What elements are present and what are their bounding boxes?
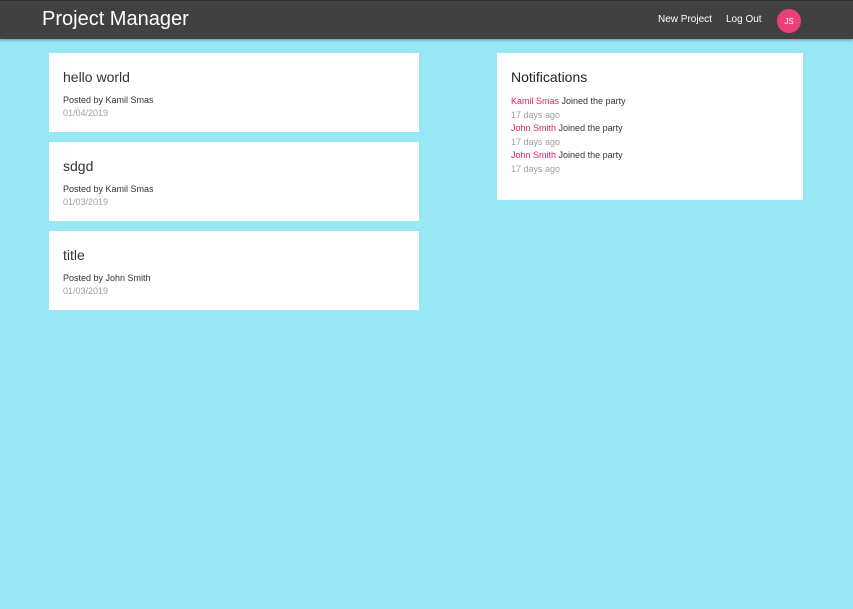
project-date: 01/03/2019 bbox=[63, 197, 109, 207]
project-card[interactable]: hello world Posted by Kamil Smas 01/04/2… bbox=[49, 53, 419, 132]
avatar[interactable]: JS bbox=[777, 9, 801, 33]
notification-user: Kamil Smas bbox=[511, 96, 560, 106]
project-card[interactable]: title Posted by John Smith 01/03/2019 bbox=[49, 231, 419, 310]
notifications-title: Notifications bbox=[511, 69, 588, 85]
notification-time: 17 days ago bbox=[511, 110, 561, 120]
project-card[interactable]: sdgd Posted by Kamil Smas 01/03/2019 bbox=[49, 142, 419, 221]
project-author: Posted by Kamil Smas bbox=[63, 95, 154, 105]
notification-item: Kamil Smas Joined the party bbox=[511, 95, 789, 107]
notification-time: 17 days ago bbox=[511, 164, 561, 174]
project-date: 01/03/2019 bbox=[63, 286, 109, 296]
project-title: sdgd bbox=[63, 158, 94, 174]
notification-item: John Smith Joined the party bbox=[511, 122, 789, 134]
brand-logo-link[interactable]: Project Manager bbox=[42, 8, 189, 31]
notifications-card: Notifications Kamil Smas Joined the part… bbox=[497, 53, 803, 200]
project-title: hello world bbox=[63, 69, 130, 85]
project-date: 01/04/2019 bbox=[63, 108, 109, 118]
project-author: Posted by Kamil Smas bbox=[63, 184, 154, 194]
project-title: title bbox=[63, 247, 85, 263]
notification-action: Joined the party bbox=[558, 150, 623, 160]
project-author: Posted by John Smith bbox=[63, 273, 151, 283]
notification-item: John Smith Joined the party bbox=[511, 149, 789, 161]
notification-user: John Smith bbox=[511, 123, 557, 133]
log-out-link[interactable]: Log Out bbox=[726, 14, 762, 25]
notification-action: Joined the party bbox=[561, 96, 626, 106]
notification-user: John Smith bbox=[511, 150, 557, 160]
navbar: Project Manager New Project Log Out JS bbox=[0, 0, 853, 39]
notification-action: Joined the party bbox=[558, 123, 623, 133]
notification-time: 17 days ago bbox=[511, 137, 561, 147]
new-project-link[interactable]: New Project bbox=[658, 14, 712, 25]
